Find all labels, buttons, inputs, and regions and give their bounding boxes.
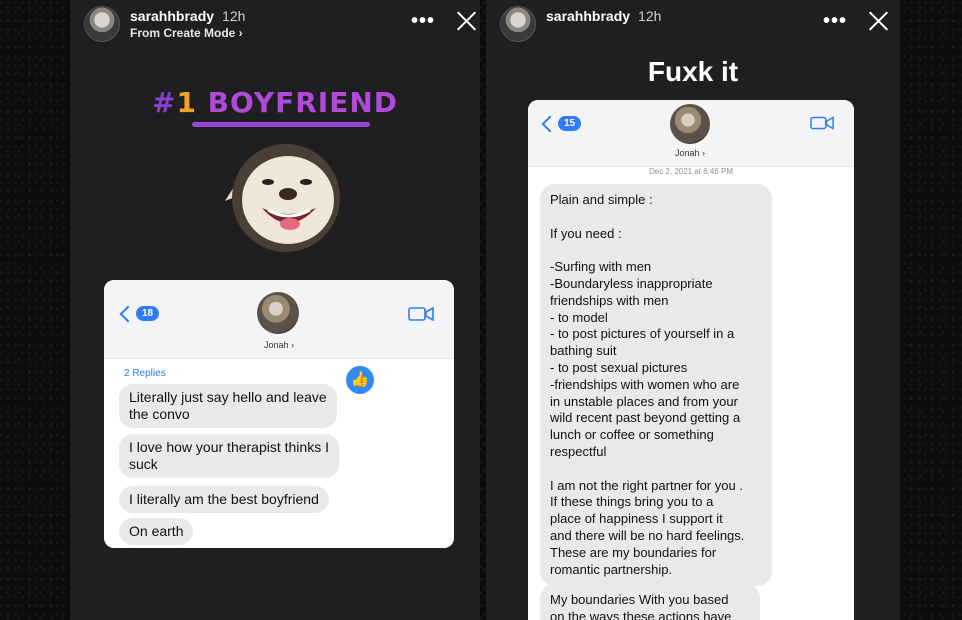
message-bubble: On earth bbox=[119, 518, 194, 545]
back-button[interactable]: 18 bbox=[119, 305, 160, 322]
post-time: 12h bbox=[222, 8, 246, 24]
message-line: lunch or coffee or something bbox=[550, 427, 714, 443]
username[interactable]: sarahhbrady 12h bbox=[130, 8, 245, 24]
message-bubble: My boundaries With you based on the ways … bbox=[540, 584, 760, 620]
sticker-word: BOYFRIEND bbox=[207, 86, 399, 119]
message-line: - to model bbox=[550, 309, 608, 325]
message-line: and there will be no hard feelings. bbox=[550, 527, 745, 543]
message-line: romantic partnership. bbox=[550, 561, 673, 577]
username-text: sarahhbrady bbox=[130, 8, 215, 24]
chevron-left-icon bbox=[541, 115, 559, 132]
boyfriend-sticker: #1 BOYFRIEND bbox=[70, 86, 480, 119]
message-line: friendships with men bbox=[550, 292, 669, 308]
more-options-icon[interactable]: ••• bbox=[410, 8, 436, 34]
message-line: - to post sexual pictures bbox=[550, 359, 688, 375]
imessage-screenshot: 18 Jonah › 2 Replies 👍 Literally just sa… bbox=[104, 280, 454, 548]
message-line: -Surfing with men bbox=[550, 259, 652, 275]
message-line bbox=[550, 242, 762, 259]
message-line: Plain and simple : bbox=[550, 192, 653, 207]
contact-avatar[interactable] bbox=[670, 104, 710, 144]
chat-header: 15 Jonah › bbox=[528, 100, 854, 167]
chevron-left-icon bbox=[119, 305, 137, 322]
back-button[interactable]: 15 bbox=[541, 115, 582, 132]
replies-link[interactable]: 2 Replies bbox=[124, 368, 166, 379]
more-options-icon[interactable]: ••• bbox=[822, 8, 848, 34]
username-text: sarahhbrady bbox=[546, 8, 631, 24]
video-call-icon[interactable] bbox=[408, 306, 434, 322]
message-line: place of happiness I support it bbox=[550, 511, 723, 527]
message-line: If these things bring you to a bbox=[550, 494, 714, 510]
story-text-overlay: Fuxk it bbox=[647, 56, 739, 87]
video-call-icon[interactable] bbox=[810, 115, 834, 131]
create-mode-link[interactable]: From Create Mode › bbox=[130, 26, 243, 40]
message-line: If you need : bbox=[550, 225, 622, 241]
message-bubble: I love how your therapist thinks I suck bbox=[119, 434, 339, 478]
close-icon[interactable] bbox=[865, 8, 891, 34]
message-line: on the ways these actions have bbox=[550, 608, 732, 620]
message-line: My boundaries With you based bbox=[550, 592, 729, 607]
username[interactable]: sarahhbrady 12h bbox=[546, 8, 661, 24]
message-line: -friendships with women who are bbox=[550, 376, 740, 392]
profile-avatar[interactable] bbox=[84, 6, 120, 42]
message-bubble: I literally am the best boyfriend bbox=[119, 486, 329, 513]
message-line: -Boundaryless inappropriate bbox=[550, 275, 713, 291]
message-line: - to post pictures of yourself in a bbox=[550, 326, 735, 342]
post-time: 12h bbox=[638, 8, 662, 24]
thumbs-up-icon: 👍 bbox=[344, 364, 376, 396]
message-line: wild recent past beyond getting a bbox=[550, 410, 741, 426]
message-line: in unstable places and from your bbox=[550, 393, 738, 409]
contact-avatar[interactable] bbox=[257, 292, 299, 334]
profile-avatar[interactable] bbox=[500, 6, 536, 42]
message-line: respectful bbox=[550, 443, 607, 459]
sticker-number: 1 bbox=[176, 86, 197, 119]
story-panel-left: sarahhbrady 12h From Create Mode › ••• #1… bbox=[70, 0, 480, 620]
unread-count: 18 bbox=[136, 306, 160, 321]
story-header: sarahhbrady 12h ••• bbox=[486, 0, 900, 60]
dog-sticker bbox=[224, 144, 340, 252]
message-line bbox=[550, 461, 762, 478]
imessage-screenshot: 15 Jonah › Dec 2, 2021 at 6:46 PM Plain … bbox=[528, 100, 854, 620]
story-panel-right: sarahhbrady 12h ••• Fuxk it 15 Jonah › De… bbox=[486, 0, 900, 620]
message-line: I am not the right partner for you . bbox=[550, 477, 743, 493]
sticker-underline bbox=[192, 122, 370, 127]
contact-name[interactable]: Jonah › bbox=[640, 148, 740, 158]
unread-count: 15 bbox=[558, 116, 582, 131]
chat-header: 18 Jonah › bbox=[104, 280, 454, 359]
message-timestamp: Dec 2, 2021 at 6:46 PM bbox=[648, 167, 734, 176]
sticker-hash: # bbox=[151, 86, 177, 119]
message-line: bathing suit bbox=[550, 343, 617, 359]
message-bubble: Plain and simple : If you need : -Surfing … bbox=[540, 184, 772, 587]
message-line bbox=[550, 209, 762, 226]
close-icon[interactable] bbox=[453, 8, 479, 34]
message-bubble: Literally just say hello and leave the c… bbox=[119, 384, 337, 428]
message-line: These are my boundaries for bbox=[550, 544, 717, 560]
story-header: sarahhbrady 12h From Create Mode › ••• bbox=[70, 0, 480, 60]
contact-name[interactable]: Jonah › bbox=[229, 340, 329, 350]
